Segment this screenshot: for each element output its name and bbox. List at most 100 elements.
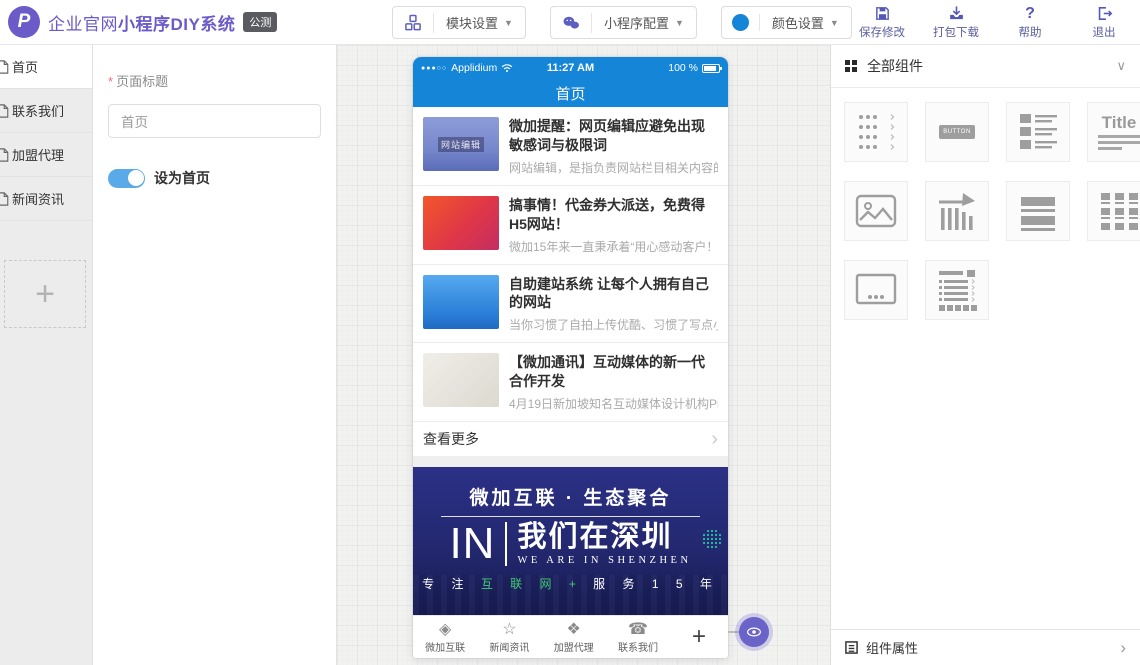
star-icon: ☆ [502,621,516,638]
component-properties-bar[interactable]: 组件属性 › [831,629,1140,665]
banner-image-component[interactable]: 微加互联 · 生态聚合 IN 我们在深圳 WE ARE IN SHENZHEN … [413,467,728,615]
components-panel-title: 全部组件 [867,56,923,76]
save-icon [874,5,891,22]
signal-dots: ●●●○○ [421,65,447,72]
image-text-list-icon [1015,111,1061,153]
chevron-right-icon: › [711,429,718,449]
banner-in-text: IN [449,524,495,564]
image-icon [854,192,898,230]
tab-brand[interactable]: ◈ 微加互联 [413,621,477,654]
view-more-button[interactable]: 查看更多 › [413,422,728,456]
component-properties-label: 组件属性 [866,638,918,657]
battery-icon [702,64,720,73]
exit-button[interactable]: 退出 [1078,5,1130,40]
carrier-label: Applidium [451,62,497,74]
news-item[interactable]: 自助建站系统 让每个人拥有自己的网站 当你习惯了自拍上传优酷、习惯了写点小... [413,265,728,344]
plus-icon: + [692,623,706,650]
module-settings-button[interactable]: 模块设置 ▼ [392,6,526,39]
news-item[interactable]: 网站编辑 微加提醒：网页编辑应避免出现敏感词与极限词 网站编辑，是指负责网站栏目… [413,107,728,186]
image-component[interactable] [844,181,908,241]
page-settings-panel: *页面标题 设为首页 [93,45,337,665]
help-icon: ? [1025,5,1035,22]
miniprogram-config-button[interactable]: 小程序配置▼ [550,6,697,39]
banner-cn-text: 我们在深圳 [517,522,691,552]
detail-list-component[interactable] [925,260,989,320]
components-panel-header[interactable]: 全部组件 ∨ [831,45,1140,88]
phone-nav-title: 首页 [555,83,585,104]
plus-icon: + [35,275,55,314]
news-thumbnail [423,353,499,407]
chevron-down-icon: ▼ [675,18,684,28]
banner-vertical-rule [505,522,507,566]
news-title: 【微加通讯】互动媒体的新一代合作开发 [509,353,718,391]
required-mark: * [108,74,113,89]
tab-agency[interactable]: ❖ 加盟代理 [542,621,606,654]
app-header: P 企业官网小程序DIY系统 公测 模块设置 ▼ 小程序配置▼ 颜色设置▼ 保存修… [0,0,1140,45]
banner-en-text: WE ARE IN SHENZHEN [517,555,691,566]
news-list-component[interactable]: 网站编辑 微加提醒：网页编辑应避免出现敏感词与极限词 网站编辑，是指负责网站栏目… [413,107,728,456]
help-button[interactable]: ? 帮助 [1004,5,1056,40]
wifi-icon [501,63,513,73]
tab-contact[interactable]: ☎ 联系我们 [606,621,670,654]
news-thumbnail [423,275,499,329]
save-button[interactable]: 保存修改 [856,5,908,40]
carousel-component[interactable] [844,260,908,320]
sidebar-item-agency[interactable]: 加盟代理 [0,133,92,177]
color-settings-button[interactable]: 颜色设置▼ [721,6,852,39]
title-component[interactable]: Title [1087,102,1140,162]
header-actions: 保存修改 打包下载 ? 帮助 退出 [856,5,1130,40]
app-title: 企业官网小程序DIY系统 [48,10,235,35]
menu-list-component[interactable] [844,102,908,162]
sidebar-item-contact[interactable]: 联系我们 [0,89,92,133]
banner-divider [441,516,699,517]
phone-nav-bar: 首页 [413,79,728,107]
app-title-regular: 企业官网 [48,15,118,34]
icon-grid-component[interactable] [1087,181,1140,241]
news-title: 微加提醒：网页编辑应避免出现敏感词与极限词 [509,117,718,155]
page-icon [0,148,9,162]
download-button[interactable]: 打包下载 [930,5,982,40]
phone-icon: ☎ [628,621,648,638]
page-icon [0,60,9,74]
tab-news[interactable]: ☆ 新闻资讯 [477,621,541,654]
set-home-toggle[interactable] [108,169,145,188]
beta-badge: 公测 [243,12,277,32]
clock: 11:27 AM [521,62,621,74]
news-excerpt: 微加15年来一直秉承着“用心感动客户！”的... [509,238,718,255]
button-component[interactable]: BUTTON [925,102,989,162]
detail-list-icon [934,268,980,312]
phone-status-bar: ●●●○○ Applidium 11:27 AM 100 % [413,57,728,79]
phone-tabbar: ◈ 微加互联 ☆ 新闻资讯 ❖ 加盟代理 ☎ 联系我们 + [413,615,728,658]
battery-percent: 100 % [668,62,698,74]
properties-icon [845,641,858,654]
page-title-input[interactable] [108,104,321,138]
news-item[interactable]: 搞事情！代金券大派送，免费得H5网站！ 微加15年来一直秉承着“用心感动客户！”… [413,186,728,265]
chevron-down-icon: ▼ [504,18,513,28]
page-icon [0,104,9,118]
image-text-list-component[interactable] [1006,102,1070,162]
button-icon: BUTTON [939,125,975,139]
set-home-label: 设为首页 [154,168,210,188]
news-item[interactable]: 【微加通讯】互动媒体的新一代合作开发 4月19日新加坡知名互动媒体设计机构Pin… [413,343,728,422]
logo-glyph: P [18,11,31,33]
news-excerpt: 4月19日新加坡知名互动媒体设计机构Pinh... [509,395,718,412]
add-tab-button[interactable]: + [670,623,728,651]
rows-component[interactable] [1006,181,1070,241]
brand: P 企业官网小程序DIY系统 公测 [8,6,277,38]
components-grid: BUTTON Title [831,88,1140,320]
download-icon [948,5,965,22]
menu-list-icon [853,111,899,153]
carousel-icon [853,272,899,308]
news-excerpt: 网站编辑，是指负责网站栏目相关内容的... [509,159,718,176]
icon-grid-icon [1096,189,1140,233]
preview-button[interactable] [739,617,769,647]
add-page-button[interactable]: + [4,260,86,328]
sidebar-item-news[interactable]: 新闻资讯 [0,177,92,221]
exit-icon [1096,5,1113,22]
module-settings-label: 模块设置 [446,13,498,32]
stats-arrow-component[interactable] [925,181,989,241]
news-title: 自助建站系统 让每个人拥有自己的网站 [509,275,718,313]
tags-icon: ❖ [567,621,581,638]
sidebar-item-home[interactable]: 首页 [0,45,92,89]
modules-icon [393,13,434,33]
